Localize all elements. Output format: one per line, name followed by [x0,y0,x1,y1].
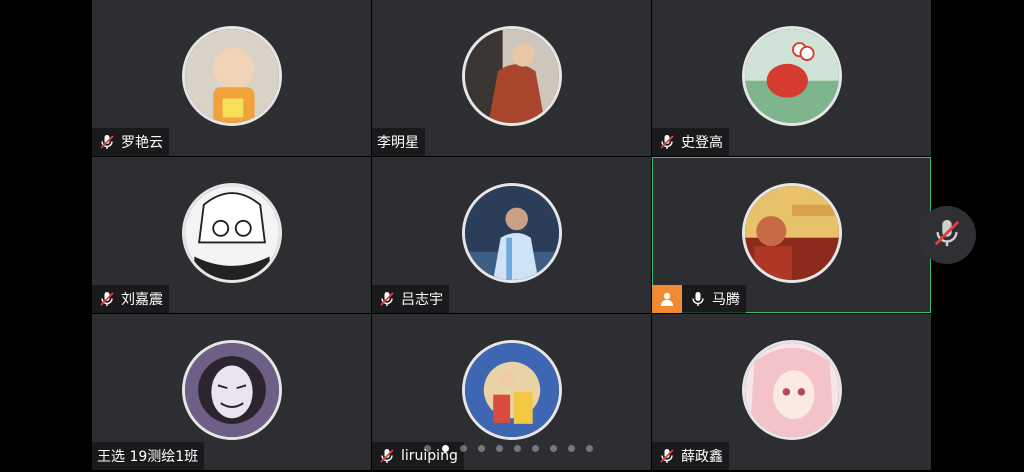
participant-name: 吕志宇 [401,292,443,308]
host-badge-icon [652,285,682,313]
participant-name: 薛政鑫 [681,449,723,465]
participant-tile[interactable]: 薛政鑫 [652,314,931,470]
nameplate: 马腾 [652,285,746,313]
participant-grid: 罗艳云 李明星 史登高 刘嘉震 吕志宇 马腾 王选 19测绘1班 liruipi… [92,0,932,472]
mic-muted-icon [377,289,397,309]
mic-muted-icon [377,446,397,466]
avatar [181,340,282,440]
participant-name: 王选 19测绘1班 [97,449,199,465]
participant-name: 李明星 [377,135,419,151]
mic-icon [688,289,708,309]
mic-muted-icon [97,132,117,152]
mic-muted-icon [657,446,677,466]
mic-toggle-button[interactable] [918,206,976,264]
page-dot[interactable] [532,445,539,452]
participant-tile-active[interactable]: 马腾 [652,157,931,313]
page-dot[interactable] [478,445,485,452]
participant-name: 马腾 [712,292,740,308]
participant-tile[interactable]: 刘嘉震 [92,157,371,313]
participant-tile[interactable]: 王选 19测绘1班 [92,314,371,470]
avatar [741,340,842,440]
page-dot-active[interactable] [442,445,449,452]
nameplate: 罗艳云 [92,128,169,156]
nameplate: 吕志宇 [372,285,449,313]
mic-muted-icon [657,132,677,152]
page-dot[interactable] [460,445,467,452]
participant-name: 罗艳云 [121,135,163,151]
nameplate: 王选 19测绘1班 [92,442,205,470]
page-indicator [424,445,593,452]
avatar [741,26,842,126]
nameplate: 刘嘉震 [92,285,169,313]
avatar [461,183,562,283]
page-dot[interactable] [496,445,503,452]
participant-name: 史登高 [681,135,723,151]
avatar [461,340,562,440]
avatar [181,183,282,283]
participant-tile[interactable]: 史登高 [652,0,931,156]
mic-muted-icon [932,218,962,252]
nameplate: 李明星 [372,128,425,156]
avatar [461,26,562,126]
page-dot[interactable] [586,445,593,452]
nameplate: 史登高 [652,128,729,156]
avatar [181,26,282,126]
avatar [741,183,842,283]
mic-muted-icon [97,289,117,309]
participant-tile[interactable]: 罗艳云 [92,0,371,156]
page-dot[interactable] [514,445,521,452]
page-dot[interactable] [568,445,575,452]
page-dot[interactable] [550,445,557,452]
participant-tile[interactable]: 李明星 [372,0,651,156]
nameplate: 薛政鑫 [652,442,729,470]
participant-tile[interactable]: 吕志宇 [372,157,651,313]
participant-name: 刘嘉震 [121,292,163,308]
page-dot[interactable] [424,445,431,452]
